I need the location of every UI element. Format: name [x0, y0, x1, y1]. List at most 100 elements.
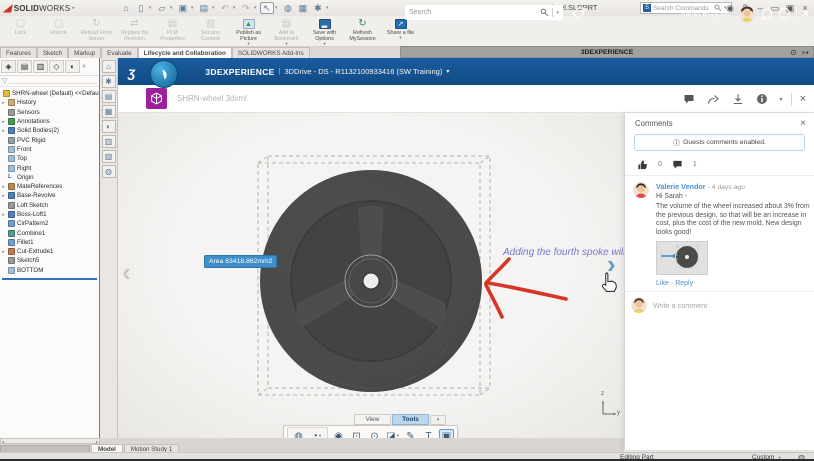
dimxpert-tab-icon[interactable]: ◇ — [49, 60, 64, 73]
comments-icon[interactable] — [683, 93, 695, 105]
comments-close-icon[interactable]: × — [800, 118, 806, 129]
viewer-tabs-chevron-icon[interactable]: ▾ — [430, 414, 446, 425]
tree-item-pvc-rigid[interactable]: PVC Rigid — [1, 135, 99, 144]
publish-as-picture-button[interactable]: ▲ Publish as Picture ▾ — [230, 17, 267, 46]
dropdown-arrow-icon[interactable]: ▾ — [212, 5, 217, 11]
displaymanager-tab-icon[interactable]: ◐ — [65, 60, 80, 73]
tree-item-shrn-wheel-default-default-disp[interactable]: SHRN-wheel (Default) <<Default>_Disp — [1, 89, 99, 98]
select-tool-icon[interactable]: ↖ — [259, 2, 274, 14]
menu-expand-icon[interactable]: ▸ — [72, 5, 75, 11]
viewer-tab-view[interactable]: View — [354, 414, 391, 425]
tree-item-cirpattern2[interactable]: CirPattern2 — [1, 219, 99, 228]
globe-strip-icon[interactable]: ◍ — [101, 165, 116, 178]
dropdown-arrow-icon[interactable]: ▾ — [170, 5, 175, 11]
featuremanager-tab-icon[interactable]: ◈ — [1, 60, 16, 73]
dropdown-arrow-icon[interactable]: ▾ — [323, 41, 325, 46]
tree-item-loft-sketch[interactable]: Loft Sketch — [1, 201, 99, 210]
configurations-tab-icon[interactable]: ▥ — [33, 60, 48, 73]
tree-item-history[interactable]: ▸ History — [1, 98, 99, 107]
user-name[interactable]: Sarah Engineer — [680, 9, 732, 18]
redo-icon[interactable]: ↷ — [239, 2, 253, 14]
tree-item-origin[interactable]: L Origin — [1, 173, 99, 182]
fit-view-tool-icon[interactable]: ⊡ — [349, 429, 364, 439]
tree-item-right[interactable]: Right — [1, 163, 99, 172]
image-strip-icon[interactable]: ▦ — [101, 105, 116, 118]
tree-item-top[interactable]: Top — [1, 154, 99, 163]
pan-tool-icon[interactable]: ◔ ▾ — [309, 429, 324, 439]
app-context-label[interactable]: 3DDrive - DS - R1132100933416 (SW Traini… — [284, 67, 442, 76]
dropdown-arrow-icon[interactable]: ▾ — [399, 35, 401, 40]
dropdown-arrow-icon[interactable]: ▾ — [285, 41, 287, 46]
expand-caret-icon[interactable]: ▸ — [1, 100, 6, 106]
rebuild-icon[interactable]: ◍ — [281, 2, 295, 14]
layers-strip-icon[interactable]: ▧ — [101, 150, 116, 163]
tree-item-combine1[interactable]: Combine1 — [1, 228, 99, 237]
collaboration-icon[interactable] — [761, 7, 773, 20]
units-selector[interactable]: Custom ▾ — [752, 454, 781, 459]
pane-options-icon[interactable]: ⊙ — [790, 48, 797, 57]
commenter-avatar[interactable] — [633, 182, 649, 198]
folder-strip-icon[interactable]: ▤ — [101, 90, 116, 103]
more-actions-chevron-icon[interactable]: ▾ — [780, 96, 783, 103]
3d-viewer[interactable]: Area 63418.862mm2 Adding the fourth spok… — [118, 113, 624, 438]
viewer-close-icon[interactable]: × — [800, 93, 806, 105]
pane-undock-icon[interactable]: ↦ — [802, 48, 809, 57]
expand-caret-icon[interactable]: ▸ — [1, 128, 6, 134]
tab-features[interactable]: Features — [0, 47, 37, 58]
visibility-tool-icon[interactable]: ◉ — [331, 429, 346, 439]
tag-icon[interactable] — [572, 7, 585, 20]
draw-markup-tool-icon[interactable]: ✎ — [403, 429, 418, 439]
expand-caret-icon[interactable]: ▸ — [1, 184, 6, 190]
dropdown-arrow-icon[interactable]: ▾ — [149, 5, 154, 11]
tab-sketch[interactable]: Sketch — [36, 47, 69, 58]
open-icon[interactable]: ▱ — [155, 2, 169, 14]
present-tool-icon[interactable]: ▣ — [439, 428, 454, 438]
table-strip-icon[interactable]: ▥ — [101, 135, 116, 148]
expand-caret-icon[interactable]: ▸ — [1, 212, 6, 218]
tree-item-front[interactable]: Front — [1, 145, 99, 154]
tree-item-sketch5[interactable]: Sketch5 — [1, 256, 99, 265]
print-icon[interactable]: ▤ — [197, 2, 211, 14]
tab-solidworks-add-ins[interactable]: SOLIDWORKS Add-Ins — [231, 47, 310, 58]
info-icon[interactable] — [756, 93, 768, 105]
download-icon[interactable] — [732, 93, 744, 105]
rollback-bar[interactable] — [2, 278, 97, 280]
dropdown-arrow-icon[interactable]: ▾ — [254, 5, 259, 11]
share-a-file-button[interactable]: ↗ Share a file ▾ — [382, 17, 419, 46]
save-icon[interactable]: ▣ — [176, 2, 190, 14]
zoom-area-tool-icon[interactable]: ⊙ — [367, 429, 382, 439]
tree-item-solid-bodies-2-[interactable]: ▸ Solid Bodies(2) — [1, 126, 99, 135]
thumbs-up-icon[interactable] — [637, 159, 648, 170]
dropdown-arrow-icon[interactable]: ▾ — [275, 5, 280, 11]
dropdown-arrow-icon[interactable]: ▾ — [247, 41, 249, 46]
3dx-search-icon[interactable] — [540, 8, 549, 17]
tree-item-boss-loft1[interactable]: ▸ Boss-Loft1 — [1, 210, 99, 219]
user-avatar[interactable] — [738, 5, 755, 22]
tree-item-annotations[interactable]: ▸ Annotations — [1, 117, 99, 126]
options-gear-icon[interactable]: ✱ — [311, 2, 325, 14]
fm-tabs-overflow-icon[interactable]: » — [82, 63, 86, 70]
new-document-icon[interactable]: ▯ — [134, 2, 148, 14]
expand-caret-icon[interactable]: ▸ — [1, 193, 6, 199]
appearance-strip-icon[interactable]: ◐ — [101, 120, 116, 133]
refresh-mysession-button[interactable]: ↻ Refresh MySession — [344, 17, 381, 46]
share-icon[interactable] — [707, 93, 720, 105]
tab-lifecycle-and-collaboration[interactable]: Lifecycle and Collaboration — [137, 47, 232, 58]
tab-evaluate[interactable]: Evaluate — [101, 47, 138, 58]
tree-item-cut-extrude1[interactable]: ▸ Cut-Extrude1 — [1, 247, 99, 256]
tab-markup[interactable]: Markup — [68, 47, 102, 58]
orbit-tool-icon[interactable]: ◍ — [291, 429, 306, 439]
home-icon[interactable]: ⌂ — [119, 2, 133, 14]
comment-composer[interactable]: Write a comment — [625, 292, 814, 318]
display-settings-icon[interactable]: ▦ — [296, 2, 310, 14]
filter-funnel-icon[interactable]: ▽ — [2, 77, 7, 85]
like-link[interactable]: Like — [656, 280, 669, 287]
dropdown-arrow-icon[interactable]: ▾ — [326, 5, 331, 11]
help-icon[interactable]: ? — [778, 8, 790, 19]
comment-count-icon[interactable] — [672, 159, 683, 170]
guest-comments-banner[interactable]: ⓘ Guests comments enabled. — [634, 134, 805, 151]
comment-attachment-thumbnail[interactable] — [656, 241, 708, 276]
viewer-tab-tools[interactable]: Tools — [392, 414, 429, 425]
dropdown-arrow-icon[interactable]: ▾ — [233, 5, 238, 11]
3dx-search-box[interactable]: Search ▾ — [405, 5, 563, 20]
